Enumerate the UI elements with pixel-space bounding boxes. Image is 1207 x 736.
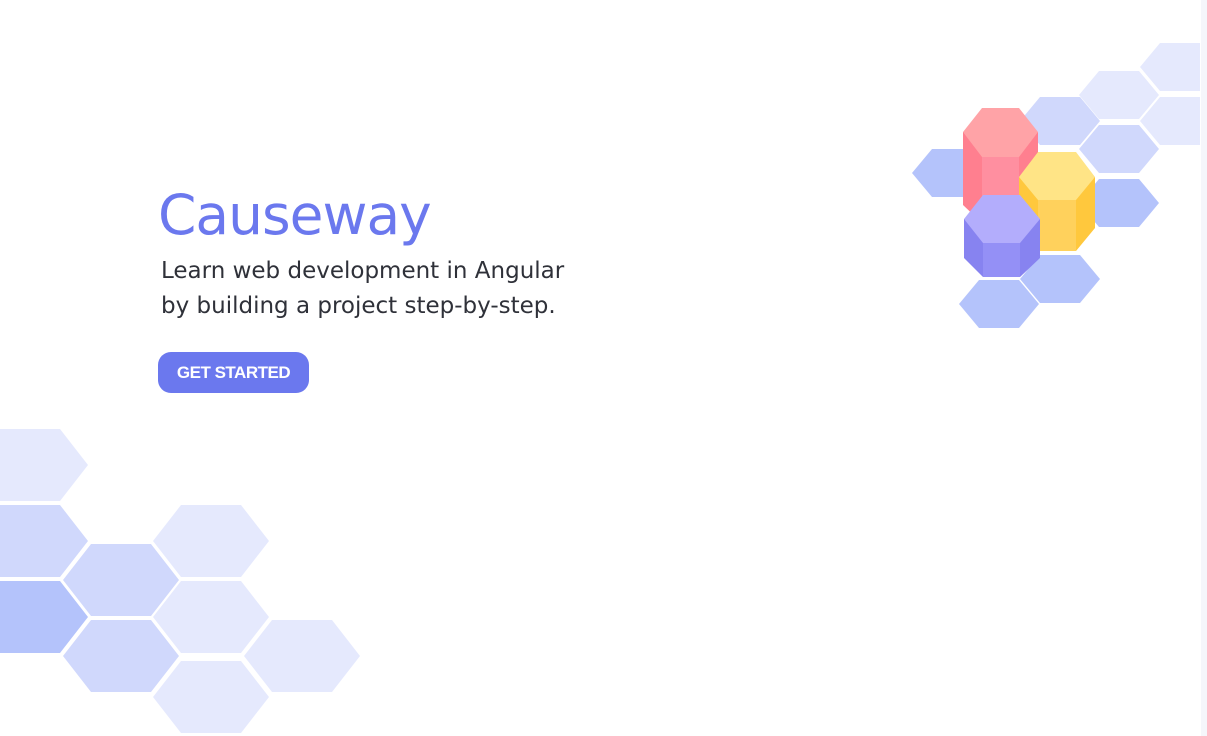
hexagon: [63, 544, 179, 616]
hexagon: [1079, 125, 1159, 173]
bottom-left-hexagons: [0, 429, 360, 733]
tagline-line-2: by building a project step-by-step.: [161, 293, 556, 319]
hexagon: [244, 620, 360, 692]
get-started-button[interactable]: GET STARTED: [158, 352, 309, 393]
hero-section: Causeway Learn web development in Angula…: [158, 180, 638, 324]
hexagon: [63, 620, 179, 692]
hexagon: [153, 505, 269, 577]
purple-hex-column: [964, 195, 1040, 277]
hexagon: [153, 661, 269, 733]
hexagon: [0, 429, 88, 501]
hero-tagline: Learn web development in Angular by buil…: [161, 254, 638, 324]
brand-title: Causeway: [158, 183, 432, 247]
hexagon: [153, 581, 269, 653]
landing-page: Causeway Learn web development in Angula…: [0, 0, 1207, 736]
tagline-line-1: Learn web development in Angular: [161, 258, 565, 284]
